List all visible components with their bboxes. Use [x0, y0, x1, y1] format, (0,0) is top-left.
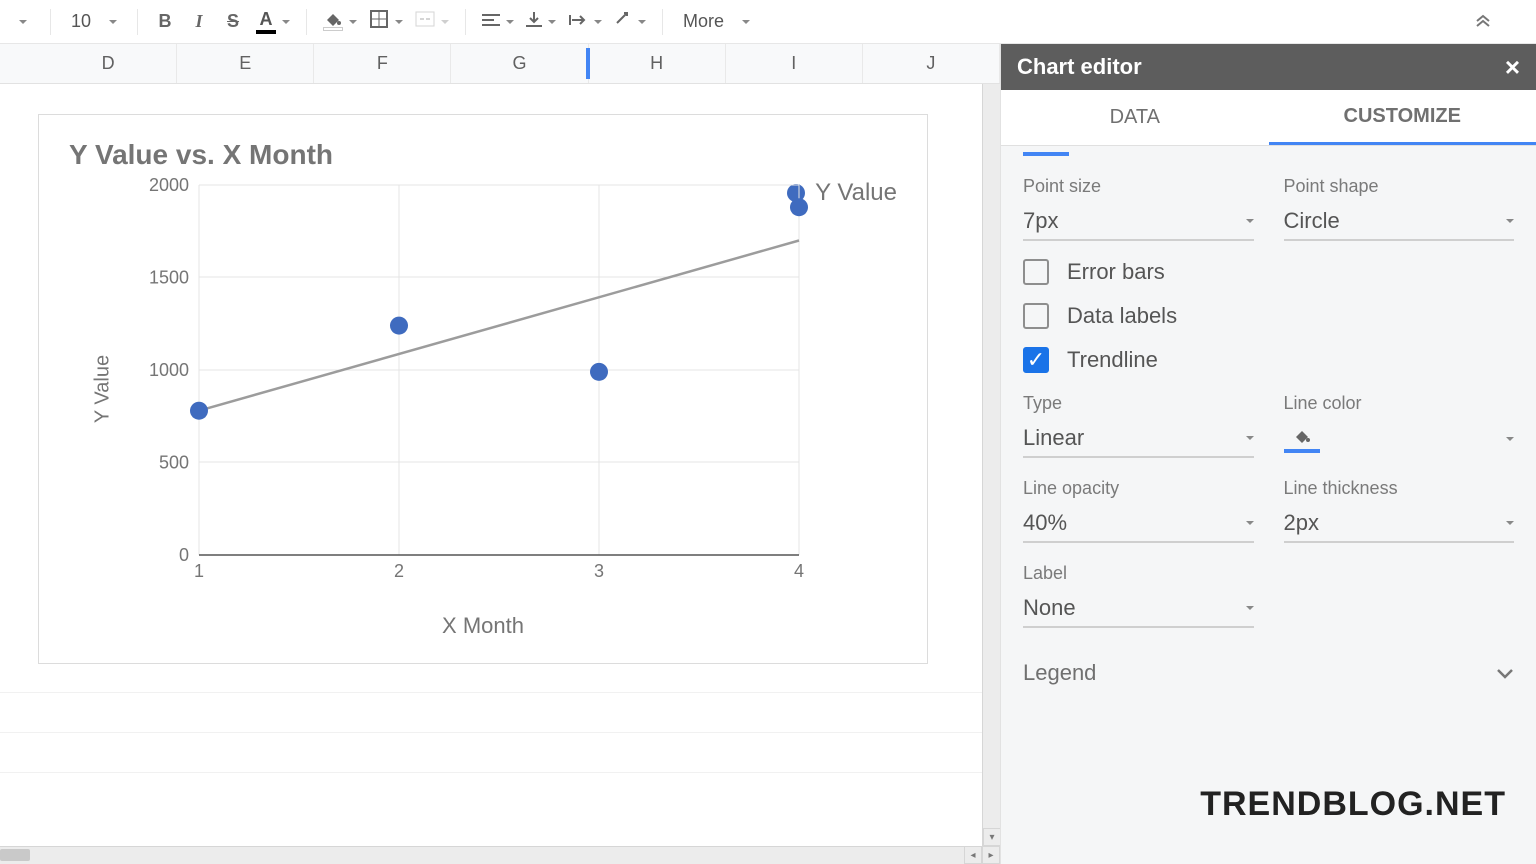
tab-data[interactable]: DATA: [1001, 90, 1269, 145]
trendline-checkbox[interactable]: ✓ Trendline: [1023, 347, 1514, 373]
col-header-J[interactable]: J: [863, 44, 1000, 83]
error-bars-checkbox[interactable]: Error bars: [1023, 259, 1514, 285]
col-header-D[interactable]: D: [40, 44, 177, 83]
svg-text:500: 500: [159, 453, 189, 473]
cells-grid[interactable]: Y Value vs. X Month Y Value Y Value X Mo…: [0, 84, 1000, 804]
line-thickness-select[interactable]: 2px: [1284, 505, 1515, 543]
font-size-value: 10: [71, 11, 91, 32]
line-opacity-label: Line opacity: [1023, 478, 1254, 499]
strikethrough-button[interactable]: S: [218, 7, 248, 37]
vertical-scrollbar[interactable]: ▾: [982, 84, 1000, 846]
sidebar-header: Chart editor ×: [1001, 44, 1536, 90]
h-align-button[interactable]: [478, 7, 518, 37]
paint-bucket-icon: [1284, 425, 1320, 453]
sidebar-tabs: DATA CUSTOMIZE: [1001, 90, 1536, 146]
line-thickness-label: Line thickness: [1284, 478, 1515, 499]
chevron-up-icon: [1473, 11, 1493, 32]
svg-text:0: 0: [179, 545, 189, 565]
align-icon: [482, 11, 500, 32]
line-color-select[interactable]: [1284, 420, 1515, 458]
point-size-label: Point size: [1023, 176, 1254, 197]
data-labels-checkbox[interactable]: Data labels: [1023, 303, 1514, 329]
svg-text:4: 4: [794, 561, 804, 581]
borders-icon: [369, 9, 389, 34]
bold-button[interactable]: B: [150, 7, 180, 37]
col-header-E[interactable]: E: [177, 44, 314, 83]
chevron-down-icon: [1496, 660, 1514, 686]
valign-icon: [526, 10, 542, 33]
sidebar-title: Chart editor: [1017, 54, 1142, 80]
borders-button[interactable]: [365, 7, 407, 37]
trend-type-select[interactable]: Linear: [1023, 420, 1254, 458]
legend-section[interactable]: Legend: [1023, 660, 1514, 686]
trend-label-label: Label: [1023, 563, 1254, 584]
x-axis-label: X Month: [442, 613, 524, 639]
rotate-button[interactable]: [610, 7, 650, 37]
v-align-button[interactable]: [522, 7, 560, 37]
point-size-select[interactable]: 7px: [1023, 203, 1254, 241]
line-opacity-select[interactable]: 40%: [1023, 505, 1254, 543]
font-dropdown[interactable]: [8, 7, 38, 37]
svg-text:1000: 1000: [149, 360, 189, 380]
font-size-dropdown[interactable]: 10: [61, 11, 127, 32]
checkbox-icon: [1023, 303, 1049, 329]
scroll-down-button[interactable]: ▾: [983, 828, 1001, 846]
column-headers: D E F G H I J: [0, 44, 1000, 84]
checkbox-icon: [1023, 259, 1049, 285]
plot-area: 0 500 1000 1500 2000 1 2 3 4: [139, 175, 839, 585]
merge-cells-button[interactable]: [411, 7, 453, 37]
point-shape-select[interactable]: Circle: [1284, 203, 1515, 241]
scroll-left-button[interactable]: ◂: [964, 846, 982, 864]
svg-text:3: 3: [594, 561, 604, 581]
svg-text:2000: 2000: [149, 175, 189, 195]
line-color-label: Line color: [1284, 393, 1515, 414]
chart-title: Y Value vs. X Month: [69, 139, 333, 171]
svg-text:1500: 1500: [149, 268, 189, 288]
chart-editor-panel: Chart editor × DATA CUSTOMIZE Point size…: [1000, 44, 1536, 864]
rotate-icon: [614, 10, 632, 33]
more-dropdown[interactable]: More: [673, 11, 760, 32]
chart-object[interactable]: Y Value vs. X Month Y Value Y Value X Mo…: [38, 114, 928, 664]
horizontal-scrollbar[interactable]: ◂ ▸: [0, 846, 1000, 864]
close-icon[interactable]: ×: [1505, 52, 1520, 83]
merge-icon: [415, 11, 435, 32]
svg-text:1: 1: [194, 561, 204, 581]
col-header-I[interactable]: I: [726, 44, 863, 83]
collapse-toolbar-button[interactable]: [1468, 7, 1498, 37]
trend-type-label: Type: [1023, 393, 1254, 414]
svg-text:2: 2: [394, 561, 404, 581]
point-shape-label: Point shape: [1284, 176, 1515, 197]
wrap-icon: [568, 11, 588, 32]
checkbox-checked-icon: ✓: [1023, 347, 1049, 373]
h-scroll-thumb[interactable]: [0, 849, 30, 861]
y-axis-label: Y Value: [92, 355, 115, 423]
series-color-swatch[interactable]: [1023, 146, 1069, 156]
more-label: More: [683, 11, 724, 32]
text-color-button[interactable]: A: [252, 7, 294, 37]
col-header-G[interactable]: G: [451, 44, 588, 83]
spreadsheet-area: D E F G H I J Y Value vs. X Month Y Valu…: [0, 44, 1000, 864]
col-header-H[interactable]: H: [589, 44, 726, 83]
tab-customize[interactable]: CUSTOMIZE: [1269, 90, 1536, 145]
italic-button[interactable]: I: [184, 7, 214, 37]
scroll-right-button[interactable]: ▸: [982, 846, 1000, 864]
wrap-button[interactable]: [564, 7, 606, 37]
paint-bucket-icon: [323, 13, 343, 31]
watermark: TRENDBLOG.NET: [1200, 785, 1506, 824]
col-header-F[interactable]: F: [314, 44, 451, 83]
toolbar: 10 B I S A More: [0, 0, 1536, 44]
trend-label-select[interactable]: None: [1023, 590, 1254, 628]
fill-color-button[interactable]: [319, 7, 361, 37]
